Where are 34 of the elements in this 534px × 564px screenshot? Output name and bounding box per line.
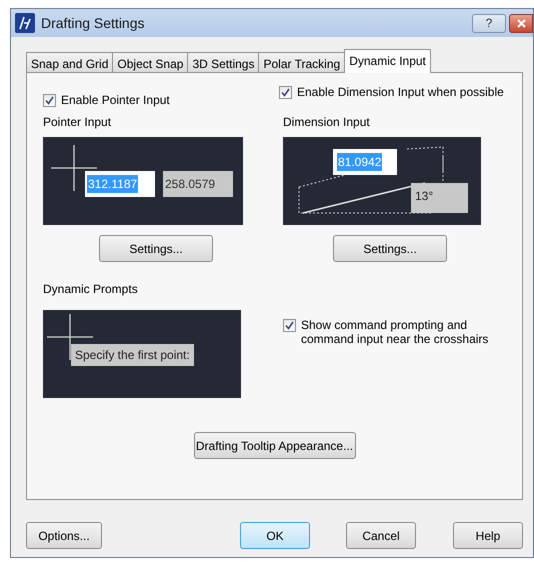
dialog-button[interactable]: Settings... [99, 235, 213, 262]
section-heading: Pointer Input [43, 114, 112, 131]
checkbox[interactable] [279, 86, 292, 99]
coordinate-field: 258.0579 [163, 171, 233, 197]
tab[interactable]: 3D Settings [187, 52, 260, 73]
close-icon [516, 18, 526, 28]
tab[interactable]: Object Snap [112, 52, 188, 73]
check-icon [281, 88, 290, 97]
angle-field: 13° [411, 183, 468, 213]
checkbox-label: Enable Dimension Input when possible [297, 85, 504, 99]
prompt-tooltip: Specify the first point: [71, 344, 194, 366]
checkbox-label: Show command prompting and command input near the crosshairs [301, 318, 490, 346]
checkbox[interactable] [43, 94, 56, 107]
tab[interactable]: Snap and Grid [26, 52, 114, 73]
dialog-button[interactable]: OK [240, 522, 310, 549]
close-button[interactable] [509, 14, 533, 32]
dialog-button[interactable]: Options... [26, 522, 102, 549]
tab[interactable]: Polar Tracking [258, 52, 346, 73]
dialog-button[interactable]: Cancel [346, 522, 416, 549]
section-heading: Dynamic Prompts [43, 281, 139, 298]
section-heading: Dimension Input [283, 114, 371, 131]
tab[interactable]: Dynamic Input [344, 49, 431, 73]
dialog-button[interactable]: Drafting Tooltip Appearance... [194, 432, 356, 459]
selected-value: 312.1187 [87, 175, 138, 193]
check-icon [45, 96, 54, 105]
help-button[interactable]: ? [472, 14, 506, 32]
selected-value: 81.0942 [337, 153, 382, 171]
check-icon [285, 321, 294, 330]
checkbox-label: Enable Pointer Input [61, 93, 170, 107]
checkbox[interactable] [283, 319, 296, 332]
dialog-button[interactable]: Help [453, 522, 523, 549]
window-title: Drafting Settings [41, 14, 144, 33]
app-icon [15, 13, 35, 33]
dialog-button[interactable]: Settings... [333, 235, 447, 262]
